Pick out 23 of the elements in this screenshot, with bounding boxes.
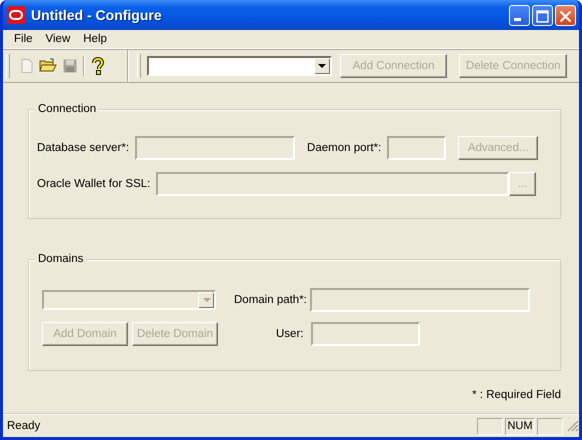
status-panel xyxy=(537,418,563,434)
menu-item[interactable]: File xyxy=(9,33,38,45)
maximize-button[interactable] xyxy=(532,4,553,26)
app-icon xyxy=(7,6,25,24)
minimize-button[interactable] xyxy=(509,4,530,26)
menu-item[interactable]: Help xyxy=(78,33,112,45)
connection-dropdown[interactable] xyxy=(146,56,332,76)
field-label: Database server*: xyxy=(37,142,130,154)
close-button[interactable] xyxy=(555,4,576,26)
status-panel: NUM xyxy=(505,418,535,434)
status-text: Ready xyxy=(7,420,42,432)
caret-icon xyxy=(202,298,210,303)
field-label: Daemon port*: xyxy=(307,142,382,154)
window-title: Untitled - Configure xyxy=(31,7,163,23)
required-field-note: * : Required Field xyxy=(472,389,561,401)
field-label: Oracle Wallet for SSL: xyxy=(37,178,150,190)
minimize-icon xyxy=(514,18,521,20)
caret-icon xyxy=(318,64,326,69)
field-label: Domain path*: xyxy=(234,294,307,306)
field-label: User: xyxy=(276,328,304,340)
menu-item[interactable]: View xyxy=(40,33,76,45)
resize-grip-icon[interactable] xyxy=(567,420,579,432)
status-panel xyxy=(477,418,503,434)
